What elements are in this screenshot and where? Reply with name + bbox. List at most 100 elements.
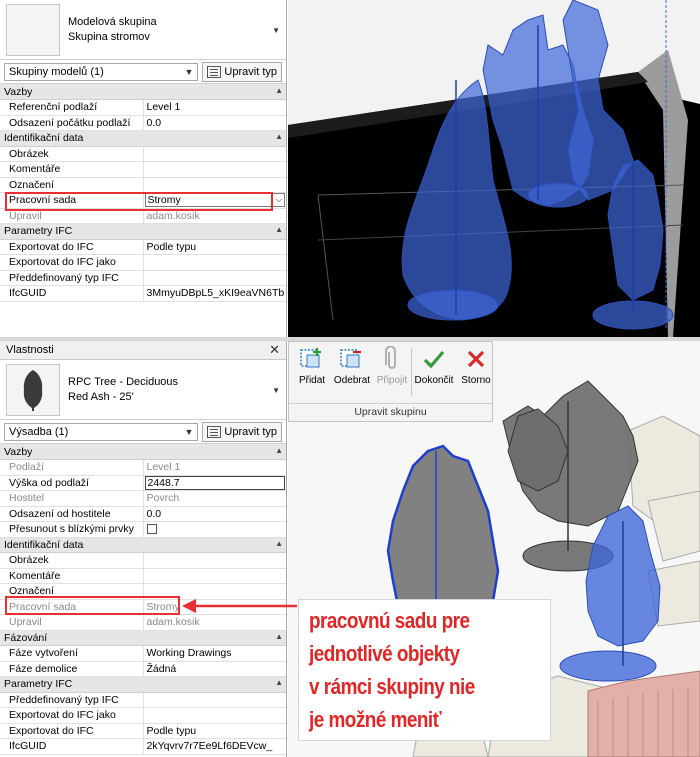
property-label: Upravil xyxy=(0,614,144,631)
type-selector[interactable]: RPC Tree - Deciduous Red Ash - 25' ▼ xyxy=(0,360,286,420)
property-label: IfcGUID xyxy=(0,738,144,755)
collapse-icon: ▲ xyxy=(275,85,283,95)
property-value[interactable] xyxy=(143,146,286,162)
property-label: Označení xyxy=(0,177,144,193)
callout-line: jednotlivé objekty xyxy=(309,641,460,666)
property-value[interactable]: 0.0 xyxy=(143,115,286,131)
add-to-group-icon xyxy=(291,346,333,372)
type-family: Modelová skupina xyxy=(68,15,157,28)
paperclip-icon xyxy=(371,346,413,372)
property-value[interactable]: Working Drawings xyxy=(143,645,286,662)
collapse-icon: ▲ xyxy=(275,445,283,455)
property-value[interactable]: Level 1 xyxy=(143,99,286,116)
property-label: Hostitel xyxy=(0,490,144,507)
property-label: Komentáře xyxy=(0,161,144,178)
group-header[interactable]: Parametry IFC ▲ xyxy=(0,223,286,240)
dropdown-arrow-icon[interactable]: ▼ xyxy=(272,386,280,395)
cancel-button[interactable]: Storno xyxy=(455,346,497,386)
type-selector[interactable]: Modelová skupina Skupina stromov ▼ xyxy=(0,0,286,60)
property-value[interactable] xyxy=(143,254,286,271)
finish-button[interactable]: Dokončit xyxy=(413,346,455,386)
group-header[interactable]: Vazby ▲ xyxy=(0,444,286,460)
ribbon-separator xyxy=(411,348,412,396)
chevron-down-icon: ▼ xyxy=(184,66,194,77)
instance-filter-select[interactable]: Výsadba (1) ▼ xyxy=(4,422,199,441)
group-header[interactable]: Vazby ▲ xyxy=(0,84,286,100)
group-header[interactable]: Identifikační data ▲ xyxy=(0,537,286,553)
3d-viewport-top[interactable] xyxy=(288,0,700,337)
instance-filter-select[interactable]: Skupiny modelů (1) ▼ xyxy=(4,62,199,81)
property-label: Obrázek xyxy=(0,146,144,162)
property-label: Podlaží xyxy=(0,459,144,476)
property-value: Povrch xyxy=(143,490,286,507)
collapse-icon: ▲ xyxy=(275,225,283,235)
type-name: Skupina stromov xyxy=(68,30,150,43)
group-header[interactable]: Identifikační data ▲ xyxy=(0,130,286,147)
property-label: Předdefinovaný typ IFC xyxy=(0,692,144,708)
callout-arrow-icon xyxy=(182,599,297,613)
edit-type-button[interactable]: Upravit typ xyxy=(202,421,282,442)
remove-from-group-icon xyxy=(331,346,373,372)
property-label: Obrázek xyxy=(0,552,144,569)
property-value[interactable] xyxy=(143,270,286,286)
collapse-icon: ▲ xyxy=(275,631,283,641)
collapse-icon: ▲ xyxy=(275,678,283,688)
edit-group-ribbon-panel: Přidat Odebrat Připojit Dokončit Storno … xyxy=(288,341,493,422)
property-value[interactable] xyxy=(143,161,286,178)
property-label: Fáze vytvoření xyxy=(0,645,144,662)
property-label: Exportovat do IFC jako xyxy=(0,707,144,724)
callout-line: je možné meniť xyxy=(309,707,442,732)
edit-type-icon xyxy=(207,65,222,78)
properties-panel-top: Modelová skupina Skupina stromov ▼ Skupi… xyxy=(0,0,287,337)
property-label: Předdefinovaný typ IFC xyxy=(0,270,144,286)
property-label: Exportovat do IFC xyxy=(0,239,144,255)
property-value[interactable]: Žádná xyxy=(143,661,286,677)
property-value[interactable] xyxy=(143,568,286,584)
group-header[interactable]: Parametry IFC ▲ xyxy=(0,676,286,693)
property-label: Výška od podlaží xyxy=(0,475,144,491)
property-value[interactable] xyxy=(143,692,286,708)
edit-type-button[interactable]: Upravit typ xyxy=(202,61,282,82)
panel-title: Vlastnosti xyxy=(6,344,54,356)
remove-button[interactable]: Odebrat xyxy=(331,346,373,386)
tree-thumbnail-icon xyxy=(6,363,60,416)
property-value[interactable] xyxy=(143,177,286,193)
property-value[interactable]: 0.0 xyxy=(143,506,286,522)
property-label: Komentáře xyxy=(0,568,144,584)
property-label: Odsazení od hostitele xyxy=(0,506,144,522)
group-header[interactable]: Fázování ▲ xyxy=(0,630,286,646)
panel-titlebar: Vlastnosti ✕ xyxy=(0,341,286,360)
attach-button[interactable]: Připojit xyxy=(371,346,413,386)
height-offset-input[interactable]: 2448.7 xyxy=(143,475,286,491)
cancel-x-icon xyxy=(455,346,497,372)
chevron-down-icon: ⌵ xyxy=(275,195,282,205)
property-label: Exportovat do IFC jako xyxy=(0,254,144,271)
collapse-icon: ▲ xyxy=(275,538,283,548)
scene-top xyxy=(288,0,700,337)
property-value[interactable]: 2kYqvrv7r7Ee9Lf6DEVcw_ xyxy=(143,738,286,755)
ribbon-panel-label: Upravit skupinu xyxy=(289,403,492,421)
property-label: Přesunout s blízkými prvky xyxy=(0,521,144,538)
property-value: Level 1 xyxy=(143,459,286,476)
annotation-callout: pracovnú sadu pre jednotlivé objekty v r… xyxy=(298,599,551,741)
dropdown-arrow-icon[interactable]: ▼ xyxy=(272,26,280,35)
property-value[interactable]: Podle typu xyxy=(143,723,286,739)
property-value[interactable]: 3MmyuDBpL5_xKI9eaVN6Tb xyxy=(143,285,286,302)
type-name: Red Ash - 25' xyxy=(68,390,134,403)
property-label: Referenční podlaží xyxy=(0,99,144,116)
chevron-down-icon: ▼ xyxy=(184,426,194,437)
highlight-box-bottom xyxy=(5,596,180,615)
close-icon[interactable]: ✕ xyxy=(269,342,280,358)
property-value: adam.kosik xyxy=(143,614,286,631)
type-thumbnail xyxy=(6,3,60,56)
property-value[interactable]: Podle typu xyxy=(143,239,286,255)
move-with-nearby-checkbox[interactable] xyxy=(143,521,286,538)
property-label: IfcGUID xyxy=(0,285,144,302)
property-value[interactable] xyxy=(143,707,286,724)
property-value[interactable] xyxy=(143,552,286,569)
property-label: Odsazení počátku podlaží xyxy=(0,115,144,131)
add-button[interactable]: Přidat xyxy=(291,346,333,386)
properties-panel: Vlastnosti ✕ RPC Tree - Deciduous Red As… xyxy=(0,341,287,757)
callout-line: pracovnú sadu pre xyxy=(309,608,470,633)
collapse-icon: ▲ xyxy=(275,132,283,142)
